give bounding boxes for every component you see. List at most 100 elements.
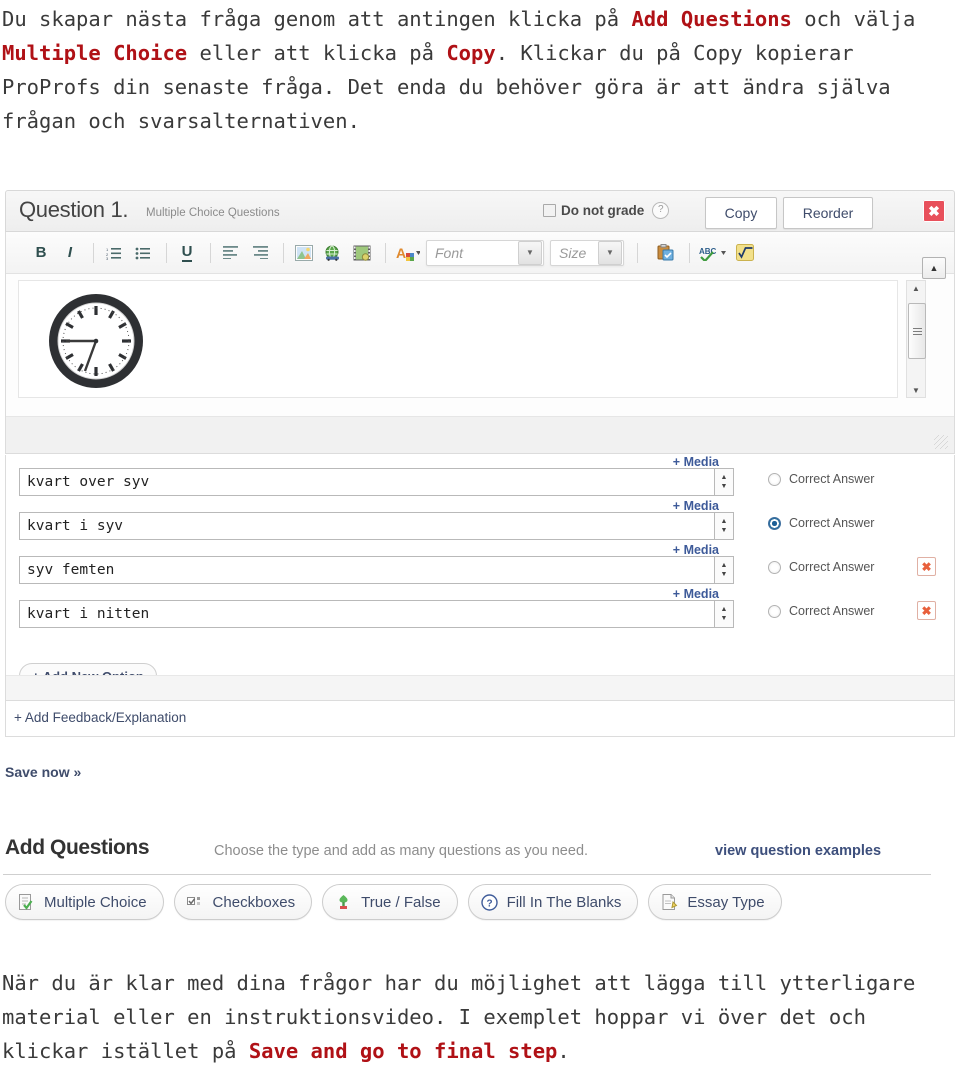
- question-type-true-false[interactable]: True / False: [322, 884, 458, 920]
- answer-option-input[interactable]: kvart over syv: [19, 468, 719, 496]
- correct-answer-radio[interactable]: [768, 560, 781, 574]
- checkboxes-icon: [186, 894, 204, 911]
- do-not-grade-label: Do not grade: [561, 203, 645, 218]
- spinner-up-icon[interactable]: ▲: [721, 473, 728, 482]
- true-false-icon: [335, 894, 352, 911]
- highlighted-term: Save and go to final step: [248, 1039, 558, 1063]
- correct-answer-radio[interactable]: [768, 472, 781, 486]
- answer-options-panel: + Media kvart over syv ▲ ▼ Correct Answer + M…: [5, 455, 955, 701]
- italic-icon[interactable]: I: [57, 240, 83, 266]
- question-type-fill-in-the-blanks[interactable]: ? Fill In The Blanks: [467, 884, 639, 920]
- svg-text:A: A: [396, 245, 406, 261]
- option-spinner[interactable]: ▲ ▼: [714, 556, 734, 584]
- view-question-examples-link[interactable]: view question examples: [715, 843, 881, 859]
- option-spinner[interactable]: ▲ ▼: [714, 512, 734, 540]
- highlighted-term: Copy: [446, 41, 496, 65]
- font-placeholder: Font: [435, 244, 464, 261]
- math-sqrt-icon[interactable]: [732, 240, 758, 266]
- question-mark-icon[interactable]: ?: [652, 202, 670, 219]
- bold-icon[interactable]: B: [28, 240, 54, 266]
- font-color-icon[interactable]: A: [393, 240, 423, 266]
- font-select[interactable]: Font ▼: [426, 239, 544, 266]
- resize-grip-icon[interactable]: [934, 435, 948, 449]
- do-not-grade-group[interactable]: Do not grade ?: [543, 202, 670, 219]
- unordered-list-icon[interactable]: [130, 240, 156, 266]
- scrollbar-thumb[interactable]: [908, 303, 926, 359]
- correct-answer-group[interactable]: Correct Answer: [768, 560, 874, 574]
- align-right-icon[interactable]: [247, 240, 273, 266]
- question-type-multiple-choice[interactable]: Multiple Choice: [5, 884, 164, 920]
- correct-answer-group[interactable]: Correct Answer: [768, 516, 874, 530]
- correct-answer-group[interactable]: Correct Answer: [768, 604, 874, 618]
- editor-collapse-button[interactable]: ▲: [922, 257, 946, 279]
- chevron-down-icon[interactable]: ▼: [598, 240, 622, 265]
- spinner-up-icon[interactable]: ▲: [721, 605, 728, 614]
- editor-content-area[interactable]: [18, 280, 898, 398]
- add-questions-subtitle: Choose the type and add as many question…: [214, 843, 589, 859]
- editor-scrollbar[interactable]: ▲ ▼: [906, 280, 926, 398]
- question-subtitle: Multiple Choice Questions: [146, 207, 280, 219]
- svg-text:?: ?: [486, 898, 492, 909]
- highlighted-term: Add Questions: [631, 7, 792, 31]
- spinner-up-icon[interactable]: ▲: [721, 561, 728, 570]
- add-media-link[interactable]: + Media: [673, 455, 719, 469]
- scroll-up-icon[interactable]: ▲: [907, 281, 925, 295]
- toolbar-divider: [210, 242, 211, 263]
- paragraph-text: och välja: [791, 7, 916, 31]
- question-type-checkboxes[interactable]: Checkboxes: [173, 884, 313, 920]
- option-spinner[interactable]: ▲ ▼: [714, 600, 734, 628]
- close-icon[interactable]: ✖: [923, 200, 945, 222]
- multiple-choice-icon: [18, 893, 35, 911]
- correct-answer-group[interactable]: Correct Answer: [768, 472, 874, 486]
- svg-text:ABC: ABC: [699, 247, 717, 256]
- reorder-button[interactable]: Reorder: [783, 197, 873, 229]
- insert-link-icon[interactable]: [320, 240, 346, 266]
- correct-answer-label: Correct Answer: [789, 560, 875, 574]
- ordered-list-icon[interactable]: 123: [101, 240, 127, 266]
- question-type-label: Multiple Choice: [44, 893, 147, 911]
- intro-paragraph: Du skapar nästa fråga genom att antingen…: [2, 2, 958, 138]
- save-now-link[interactable]: Save now »: [5, 764, 81, 780]
- option-spinner[interactable]: ▲ ▼: [714, 468, 734, 496]
- delete-option-icon[interactable]: ✖: [917, 557, 936, 576]
- align-left-icon[interactable]: [218, 240, 244, 266]
- insert-video-icon[interactable]: [349, 240, 375, 266]
- delete-option-icon[interactable]: ✖: [917, 601, 936, 620]
- correct-answer-radio[interactable]: [768, 516, 781, 530]
- fill-in-blanks-icon: ?: [480, 893, 498, 911]
- correct-answer-radio[interactable]: [768, 604, 781, 618]
- scroll-down-icon[interactable]: ▼: [907, 383, 925, 397]
- essay-type-icon: [661, 893, 678, 911]
- closing-paragraph: När du är klar med dina frågor har du mö…: [2, 966, 958, 1068]
- size-select[interactable]: Size ▼: [550, 239, 624, 266]
- proprofs-screenshot: Question 1. Multiple Choice Questions Do…: [0, 184, 960, 932]
- question-type-essay-type[interactable]: Essay Type: [648, 884, 782, 920]
- do-not-grade-checkbox[interactable]: [543, 204, 556, 217]
- add-media-link[interactable]: + Media: [673, 587, 719, 601]
- chevron-down-icon[interactable]: ▼: [518, 240, 542, 265]
- toolbar-divider: [93, 242, 94, 263]
- paragraph-text: eller att klicka på: [187, 41, 447, 65]
- spinner-down-icon[interactable]: ▼: [721, 526, 728, 535]
- page-root: Du skapar nästa fråga genom att antingen…: [0, 0, 960, 1092]
- add-feedback-link[interactable]: + Add Feedback/Explanation: [14, 710, 186, 725]
- copy-button[interactable]: Copy: [705, 197, 777, 229]
- underline-icon[interactable]: U: [174, 240, 200, 266]
- rich-text-editor: B I 123 U A Font ▼ Size ▼ ABC ▲ ▼ ▲: [5, 232, 955, 454]
- spinner-down-icon[interactable]: ▼: [721, 614, 728, 623]
- answer-option-input[interactable]: kvart i nitten: [19, 600, 719, 628]
- spinner-down-icon[interactable]: ▼: [721, 570, 728, 579]
- add-media-link[interactable]: + Media: [673, 543, 719, 557]
- toolbar-divider: [385, 242, 386, 263]
- question-type-label: Checkboxes: [212, 893, 296, 911]
- add-media-link[interactable]: + Media: [673, 499, 719, 513]
- toolbar-divider: [689, 242, 690, 263]
- answer-option-input[interactable]: syv femten: [19, 556, 719, 584]
- paste-icon[interactable]: [653, 240, 679, 266]
- insert-image-icon[interactable]: [291, 240, 317, 266]
- spinner-down-icon[interactable]: ▼: [721, 482, 728, 491]
- answer-option-input[interactable]: kvart i syv: [19, 512, 719, 540]
- question-type-label: Essay Type: [687, 893, 765, 911]
- spellcheck-abc-icon[interactable]: ABC: [697, 240, 729, 266]
- spinner-up-icon[interactable]: ▲: [721, 517, 728, 526]
